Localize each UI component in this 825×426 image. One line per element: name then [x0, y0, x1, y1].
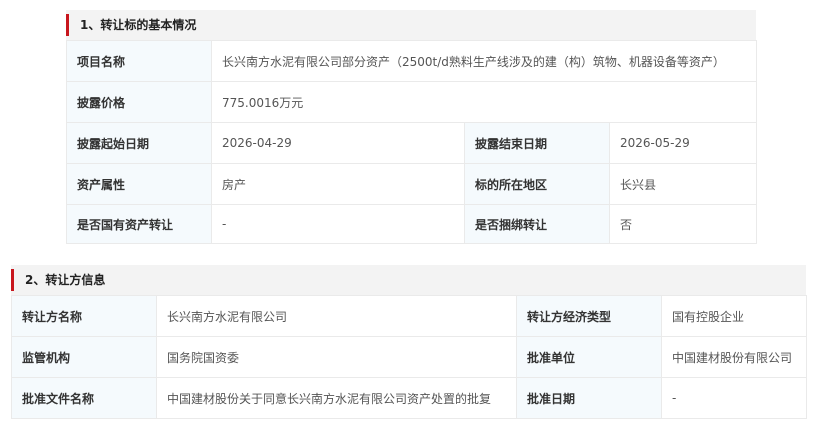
location-label: 标的所在地区 [464, 163, 610, 205]
approval-doc-value: 中国建材股份关于同意长兴南方水泥有限公司资产处置的批复 [156, 377, 517, 419]
project-name-value: 长兴南方水泥有限公司部分资产（2500t/d熟料生产线涉及的建（构）筑物、机器设… [210, 40, 758, 82]
asset-type-value: 房产 [211, 163, 465, 205]
regulator-value: 国务院国资委 [156, 336, 517, 378]
table-row: 批准文件名称 中国建材股份关于同意长兴南方水泥有限公司资产处置的批复 批准日期 … [11, 377, 807, 419]
bundled-value: 否 [608, 204, 758, 244]
state-owned-label: 是否国有资产转让 [66, 204, 212, 244]
section-title: 1、转让标的基本情况 [80, 18, 197, 32]
transferor-info-table: 转让方名称 长兴南方水泥有限公司 转让方经济类型 国有控股企业 监管机构 国务院… [11, 295, 807, 419]
end-date-value: 2026-05-29 [608, 122, 758, 164]
bundled-label: 是否捆绑转让 [464, 204, 610, 244]
table-row: 项目名称 长兴南方水泥有限公司部分资产（2500t/d熟料生产线涉及的建（构）筑… [66, 40, 758, 82]
section-accent-bar [11, 269, 14, 291]
section-header: 1、转让标的基本情况 [66, 10, 756, 40]
regulator-label: 监管机构 [11, 336, 157, 378]
price-value: 775.0016万元 [210, 81, 758, 123]
asset-info-table: 项目名称 长兴南方水泥有限公司部分资产（2500t/d熟料生产线涉及的建（构）筑… [66, 40, 758, 244]
start-date-label: 披露起始日期 [66, 122, 212, 164]
section-header: 2、转让方信息 [11, 265, 806, 295]
table-row: 资产属性 房产 标的所在地区 长兴县 [66, 163, 758, 205]
approver-value: 中国建材股份有限公司 [661, 336, 807, 378]
transferor-name-value: 长兴南方水泥有限公司 [156, 295, 517, 337]
econ-type-label: 转让方经济类型 [516, 295, 662, 337]
project-name-label: 项目名称 [66, 40, 212, 82]
approval-date-value: - [661, 377, 807, 419]
approval-doc-label: 批准文件名称 [11, 377, 157, 419]
end-date-label: 披露结束日期 [464, 122, 610, 164]
table-row: 转让方名称 长兴南方水泥有限公司 转让方经济类型 国有控股企业 [11, 295, 807, 337]
asset-type-label: 资产属性 [66, 163, 212, 205]
approval-date-label: 批准日期 [516, 377, 662, 419]
transferor-name-label: 转让方名称 [11, 295, 157, 337]
table-row: 监管机构 国务院国资委 批准单位 中国建材股份有限公司 [11, 336, 807, 378]
table-row: 披露价格 775.0016万元 [66, 81, 758, 123]
location-value: 长兴县 [608, 163, 758, 205]
state-owned-value: - [211, 204, 465, 244]
start-date-value: 2026-04-29 [211, 122, 465, 164]
section-title: 2、转让方信息 [25, 273, 106, 287]
approver-label: 批准单位 [516, 336, 662, 378]
table-row: 披露起始日期 2026-04-29 披露结束日期 2026-05-29 [66, 122, 758, 164]
price-label: 披露价格 [66, 81, 212, 123]
transferor-info-section: 2、转让方信息 转让方名称 长兴南方水泥有限公司 转让方经济类型 国有控股企业 … [11, 265, 807, 419]
asset-basic-info-section: 1、转让标的基本情况 项目名称 长兴南方水泥有限公司部分资产（2500t/d熟料… [66, 10, 758, 244]
econ-type-value: 国有控股企业 [661, 295, 807, 337]
section-accent-bar [66, 14, 69, 36]
table-row: 是否国有资产转让 - 是否捆绑转让 否 [66, 204, 758, 244]
